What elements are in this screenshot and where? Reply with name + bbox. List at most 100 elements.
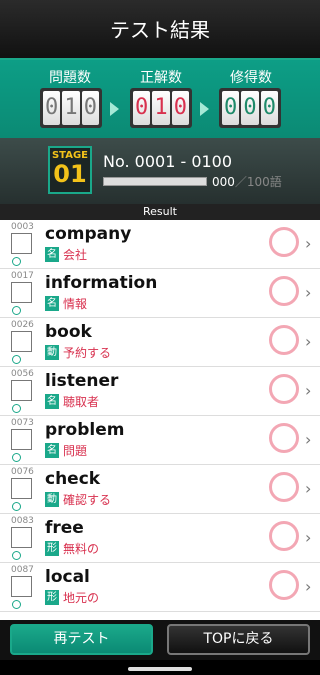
item-word: problem — [45, 420, 125, 440]
list-item[interactable]: 0073 problem 名問題 › — [0, 416, 320, 465]
part-of-speech-badge: 形 — [45, 541, 59, 556]
item-number: 0087 — [11, 565, 34, 575]
correct-label: 正解数 — [140, 70, 182, 86]
correct-circle-icon — [269, 570, 299, 600]
stage-badge: STAGE 01 — [48, 146, 92, 194]
page-title: テスト結果 — [110, 18, 210, 42]
item-meaning: 確認する — [63, 493, 112, 507]
part-of-speech-badge: 名 — [45, 443, 59, 458]
score-panel: 問題数 正解数 修得数 0 1 0 0 1 0 0 0 0 — [0, 60, 320, 138]
progress-count: 000／100語 — [212, 173, 282, 190]
part-of-speech-badge: 動 — [45, 345, 59, 360]
list-item[interactable]: 0087 local 形地元の › — [0, 563, 320, 612]
item-meaning: 会社 — [63, 248, 88, 262]
item-word: information — [45, 273, 158, 293]
item-meaning: 聴取者 — [63, 395, 100, 409]
list-item[interactable]: 0056 listener 名聴取者 › — [0, 367, 320, 416]
part-of-speech-badge: 名 — [45, 296, 59, 311]
status-dot-icon — [12, 453, 21, 462]
item-word: check — [45, 469, 101, 489]
chevron-right-icon[interactable]: › — [305, 381, 311, 400]
progress-done: 000 — [212, 175, 235, 189]
item-checkbox[interactable] — [11, 527, 32, 548]
status-dot-icon — [12, 355, 21, 364]
part-of-speech-badge: 名 — [45, 247, 59, 262]
item-word: company — [45, 224, 132, 244]
item-checkbox[interactable] — [11, 282, 32, 303]
retest-button[interactable]: 再テスト — [10, 624, 153, 655]
correct-counter: 0 1 0 — [130, 88, 192, 128]
header: テスト結果 — [0, 0, 320, 60]
status-dot-icon — [12, 306, 21, 315]
progress-bar — [103, 177, 207, 186]
mastered-label: 修得数 — [230, 70, 272, 86]
item-checkbox[interactable] — [11, 429, 32, 450]
result-header: Result — [0, 204, 320, 220]
part-of-speech-badge: 形 — [45, 590, 59, 605]
item-meaning: 無料の — [63, 542, 100, 556]
chevron-right-icon[interactable]: › — [305, 528, 311, 547]
mastered-digit: 0 — [241, 91, 259, 125]
list-item[interactable]: 0026 book 動予約する › — [0, 318, 320, 367]
mastered-counter: 0 0 0 — [219, 88, 281, 128]
stage-panel: STAGE 01 No. 0001 - 0100 000／100語 — [0, 138, 320, 204]
top-button[interactable]: TOPに戻る — [167, 624, 310, 655]
item-number: 0056 — [11, 369, 34, 379]
mastered-digit: 0 — [222, 91, 240, 125]
list-item[interactable]: 0003 company 名会社 › — [0, 220, 320, 269]
part-of-speech-badge: 名 — [45, 394, 59, 409]
item-meaning: 問題 — [63, 444, 88, 458]
list-item[interactable]: 0017 information 名情報 › — [0, 269, 320, 318]
item-meaning: 情報 — [63, 297, 88, 311]
part-of-speech-badge: 動 — [45, 492, 59, 507]
result-list[interactable]: 0003 company 名会社 › 0017 information 名情報 › 0026 bo… — [0, 220, 320, 620]
chevron-right-icon[interactable]: › — [305, 479, 311, 498]
item-word: book — [45, 322, 92, 342]
correct-circle-icon — [269, 374, 299, 404]
item-checkbox[interactable] — [11, 576, 32, 597]
item-word: free — [45, 518, 84, 538]
correct-circle-icon — [269, 325, 299, 355]
stage-number: 01 — [53, 160, 87, 188]
correct-circle-icon — [269, 423, 299, 453]
item-number: 0026 — [11, 320, 34, 330]
arrow-right-icon — [200, 102, 209, 116]
item-number: 0076 — [11, 467, 34, 477]
item-word: local — [45, 567, 90, 587]
arrow-right-icon — [110, 102, 119, 116]
list-item[interactable]: 0083 free 形無料の › — [0, 514, 320, 563]
item-number: 0003 — [11, 222, 34, 232]
item-number: 0017 — [11, 271, 34, 281]
correct-digit: 0 — [171, 91, 189, 125]
status-dot-icon — [12, 257, 21, 266]
item-meaning: 地元の — [63, 591, 100, 605]
item-checkbox[interactable] — [11, 331, 32, 352]
chevron-right-icon[interactable]: › — [305, 283, 311, 302]
item-meaning: 予約する — [63, 346, 112, 360]
correct-circle-icon — [269, 227, 299, 257]
correct-digit: 1 — [152, 91, 170, 125]
stage-range: No. 0001 - 0100 — [103, 152, 233, 171]
questions-digit: 0 — [43, 91, 61, 125]
correct-digit: 0 — [133, 91, 151, 125]
chevron-right-icon[interactable]: › — [305, 577, 311, 596]
questions-label: 問題数 — [49, 70, 91, 86]
questions-digit: 1 — [62, 91, 80, 125]
item-checkbox[interactable] — [11, 478, 32, 499]
chevron-right-icon[interactable]: › — [305, 332, 311, 351]
correct-circle-icon — [269, 276, 299, 306]
status-dot-icon — [12, 600, 21, 609]
chevron-right-icon[interactable]: › — [305, 430, 311, 449]
progress-total: ／100語 — [234, 175, 282, 189]
item-checkbox[interactable] — [11, 233, 32, 254]
status-dot-icon — [12, 502, 21, 511]
correct-circle-icon — [269, 472, 299, 502]
mastered-digit: 0 — [260, 91, 278, 125]
list-item[interactable]: 0076 check 動確認する › — [0, 465, 320, 514]
questions-counter: 0 1 0 — [40, 88, 102, 128]
item-word: listener — [45, 371, 119, 391]
item-number: 0073 — [11, 418, 34, 428]
chevron-right-icon[interactable]: › — [305, 234, 311, 253]
correct-circle-icon — [269, 521, 299, 551]
item-checkbox[interactable] — [11, 380, 32, 401]
